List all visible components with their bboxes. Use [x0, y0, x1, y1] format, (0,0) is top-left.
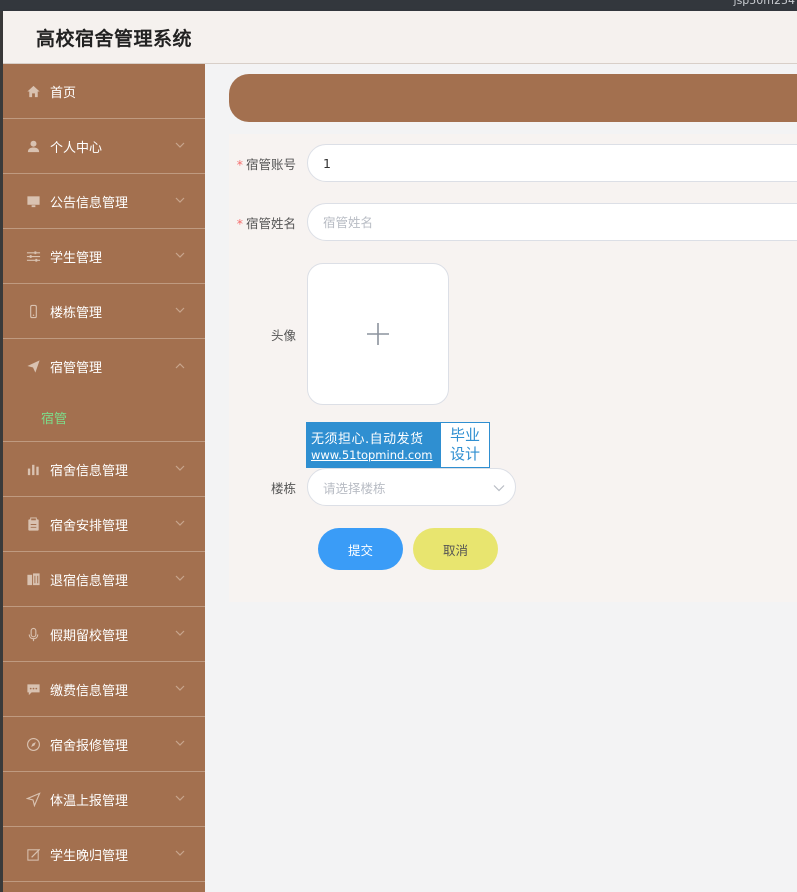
account-label: * 宿管账号 — [236, 156, 296, 172]
account-input[interactable] — [307, 144, 797, 182]
chevron-down-icon — [175, 793, 185, 803]
watermark: 无须担心.自动发货 www.51topmind.com 毕业 设计 — [306, 422, 490, 468]
clipboard-icon — [25, 516, 41, 532]
sidebar-item-late-return[interactable]: 学生晚归管理 — [3, 827, 205, 882]
sidebar-item-label: 退宿信息管理 — [50, 573, 129, 589]
sidebar-item-label: 宿舍信息管理 — [50, 463, 129, 479]
sidebar-item-checkout-info[interactable]: 退宿信息管理 — [3, 552, 205, 607]
app-header: 高校宿舍管理系统 — [3, 11, 797, 64]
sidebar-item-label: 宿舍安排管理 — [50, 518, 129, 534]
cancel-button[interactable]: 取消 — [413, 528, 498, 570]
location-arrow-icon — [25, 791, 41, 807]
required-mark: * — [236, 215, 243, 231]
chevron-down-icon — [493, 485, 505, 492]
sidebar-item-profile[interactable]: 个人中心 — [3, 119, 205, 174]
sidebar-subitem-dorm-manager[interactable]: 宿管 — [3, 394, 205, 442]
sidebar-item-payments[interactable]: 缴费信息管理 — [3, 662, 205, 717]
watermark-text: 无须担心.自动发货 — [311, 432, 424, 447]
monitor-icon — [25, 193, 41, 209]
sidebar-item-label: 学生管理 — [50, 250, 103, 266]
sidebar-item-label: 个人中心 — [50, 140, 103, 156]
chat-icon — [25, 681, 41, 697]
top-strip: jsp50m254 — [0, 0, 797, 11]
name-label: * 宿管姓名 — [236, 215, 296, 231]
chevron-down-icon — [175, 518, 185, 528]
building-icon — [25, 571, 41, 587]
sidebar-item-home[interactable]: 首页 — [3, 64, 205, 119]
send-icon — [25, 359, 41, 375]
chevron-down-icon — [175, 738, 185, 748]
home-icon — [25, 83, 41, 99]
building-row: 楼栋 请选择楼栋 — [229, 468, 516, 506]
sidebar-item-students[interactable]: 学生管理 — [3, 229, 205, 284]
chevron-down-icon — [175, 463, 185, 473]
building-select[interactable]: 请选择楼栋 — [307, 468, 516, 506]
sliders-icon — [25, 248, 41, 264]
chevron-down-icon — [175, 573, 185, 583]
sidebar-item-label: 学生晚归管理 — [50, 848, 129, 864]
main-content: *宿管账号 *宿管姓名 头像 无须担心.自动发货 www.51topmind.c… — [205, 64, 797, 892]
top-strip-text: jsp50m254 — [733, 0, 795, 7]
submit-button[interactable]: 提交 — [318, 528, 403, 570]
sidebar-item-buildings[interactable]: 楼栋管理 — [3, 284, 205, 339]
sidebar-item-notices[interactable]: 公告信息管理 — [3, 174, 205, 229]
sidebar-item-label: 宿舍报修管理 — [50, 738, 129, 754]
chevron-down-icon — [175, 683, 185, 693]
sidebar-item-dorm-assignment[interactable]: 宿舍安排管理 — [3, 497, 205, 552]
chevron-down-icon — [175, 195, 185, 205]
watermark-right: 毕业 设计 — [441, 423, 489, 467]
user-icon — [25, 138, 41, 154]
sidebar-item-label: 假期留校管理 — [50, 628, 129, 644]
watermark-url: www.51topmind.com — [311, 448, 433, 462]
building-select-placeholder: 请选择楼栋 — [323, 480, 386, 496]
sidebar-item-repairs[interactable]: 宿舍报修管理 — [3, 717, 205, 772]
sidebar-item-label: 首页 — [50, 85, 77, 101]
avatar-upload[interactable] — [307, 263, 449, 405]
watermark-text: 设计 — [449, 445, 480, 463]
sidebar: 首页 个人中心 公告信息管理 学生管理 楼栋管理 宿管管理 宿管 宿舍信息管理 … — [3, 64, 205, 892]
sidebar-item-label: 公告信息管理 — [50, 195, 129, 211]
required-mark: * — [236, 156, 243, 172]
microphone-icon — [25, 626, 41, 642]
watermark-text: 毕业 — [449, 426, 480, 444]
account-row: * 宿管账号 — [229, 144, 797, 182]
building-label: 楼栋 — [270, 480, 296, 496]
chevron-down-icon — [175, 305, 185, 315]
avatar-label: 头像 — [270, 327, 296, 343]
app-title: 高校宿舍管理系统 — [36, 28, 193, 50]
button-row: 提交 取消 — [318, 528, 498, 570]
sidebar-item-label: 缴费信息管理 — [50, 683, 129, 699]
sidebar-item-dorm-info[interactable]: 宿舍信息管理 — [3, 442, 205, 497]
plus-icon — [367, 323, 389, 345]
phone-icon — [25, 303, 41, 319]
sidebar-item-holiday-stay[interactable]: 假期留校管理 — [3, 607, 205, 662]
sidebar-item-label: 体温上报管理 — [50, 793, 129, 809]
chevron-down-icon — [175, 628, 185, 638]
name-input[interactable] — [307, 203, 797, 241]
chevron-down-icon — [175, 250, 185, 260]
chevron-down-icon — [175, 140, 185, 150]
watermark-left: 无须担心.自动发货 www.51topmind.com — [307, 423, 441, 467]
compass-icon — [25, 736, 41, 752]
sidebar-item-label: 楼栋管理 — [50, 305, 103, 321]
sidebar-item-dorm-managers[interactable]: 宿管管理 — [3, 339, 205, 394]
sidebar-item-temperature[interactable]: 体温上报管理 — [3, 772, 205, 827]
breadcrumb-banner — [229, 74, 797, 122]
form-card: *宿管账号 *宿管姓名 头像 无须担心.自动发货 www.51topmind.c… — [229, 134, 797, 602]
chevron-down-icon — [175, 848, 185, 858]
avatar-row: 头像 — [229, 263, 449, 405]
name-row: * 宿管姓名 — [229, 203, 797, 241]
sidebar-item-label: 宿管管理 — [50, 361, 103, 376]
bar-chart-icon — [25, 461, 41, 477]
edit-icon — [25, 846, 41, 862]
chevron-up-icon — [175, 361, 185, 371]
